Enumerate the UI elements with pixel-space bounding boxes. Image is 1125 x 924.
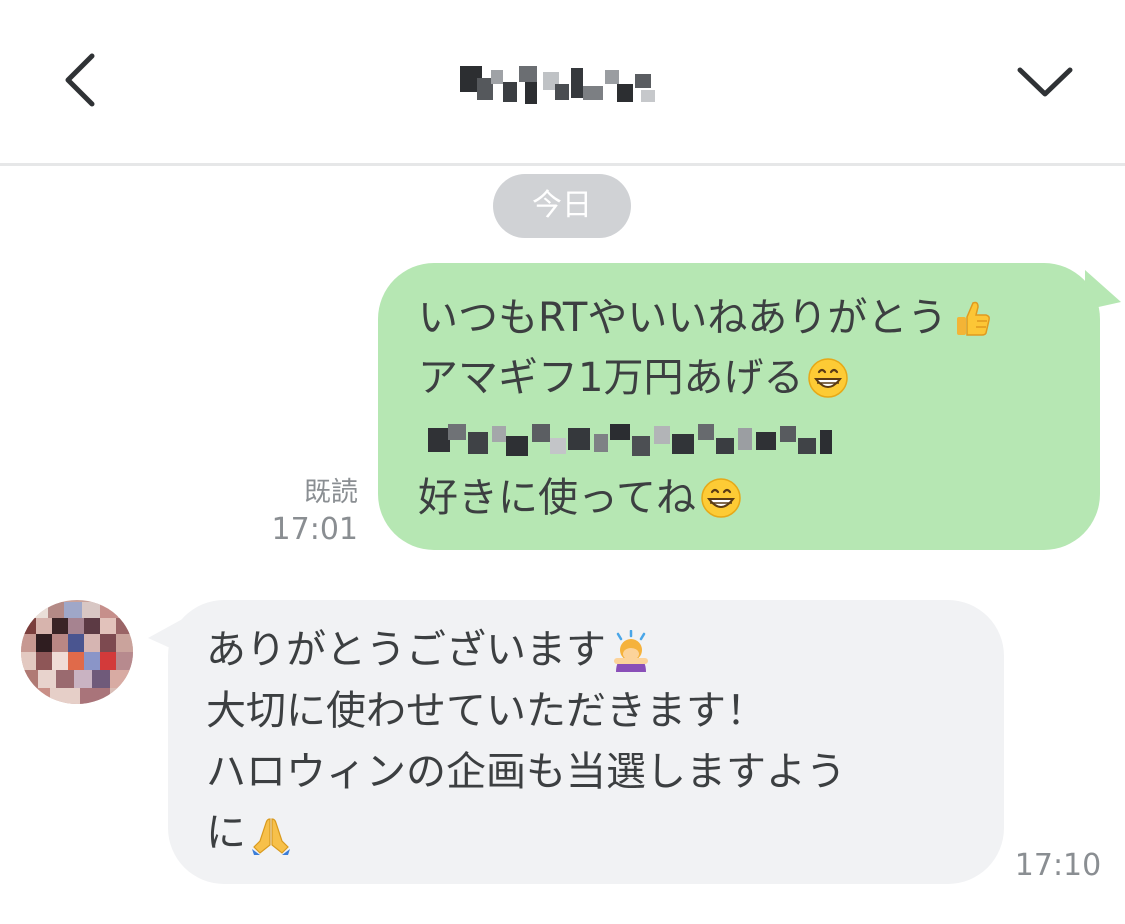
message-line: 大切に使わせていただきます！ — [206, 681, 846, 742]
chevron-down-icon — [1017, 67, 1073, 97]
redacted-text-mosaic — [428, 424, 832, 456]
message-line: 好きに使ってね — [418, 468, 993, 528]
avatar-blurred-image — [21, 600, 133, 704]
bubble-tail — [1085, 270, 1121, 310]
chat-header — [0, 0, 1125, 166]
message-line-text: 好きに使ってね — [418, 475, 696, 521]
menu-toggle-button[interactable] — [1000, 40, 1090, 120]
avatar[interactable] — [20, 598, 134, 706]
message-line-text: に — [206, 810, 246, 856]
read-receipt: 既読 — [304, 477, 358, 508]
message-line-text: ありがとうございます — [206, 627, 606, 673]
message-timestamp: 17:10 — [1014, 848, 1102, 883]
message-line: に — [206, 803, 846, 864]
grinning-face-icon — [701, 478, 741, 518]
date-separator: 今日 — [493, 174, 631, 238]
message-line-text: アマギフ1万円あげる — [418, 355, 804, 401]
grinning-face-icon — [808, 358, 849, 398]
chevron-left-icon — [65, 53, 95, 107]
message-line: ありがとうございます — [206, 620, 846, 681]
incoming-message-text: ありがとうございます 大切に使わせていただきます！ ハロウィンの企画も当選します… — [206, 620, 846, 864]
chat-title-blurred — [460, 66, 655, 104]
message-timestamp: 17:01 — [271, 512, 358, 547]
message-line-text: ハロウィンの企画も当選しますよう — [206, 749, 846, 795]
back-button[interactable] — [48, 40, 128, 120]
message-line: いつもRTやいいねありがとう — [418, 288, 993, 348]
message-line: アマギフ1万円あげる — [418, 348, 993, 408]
message-line-redacted — [418, 408, 993, 468]
folded-hands-icon — [252, 817, 290, 855]
message-line-text: いつもRTやいいねありがとう — [418, 295, 948, 341]
message-line-text: 大切に使わせていただきます！ — [206, 688, 766, 734]
thumbs-up-icon — [957, 301, 991, 336]
person-bowing-icon — [614, 629, 648, 672]
message-line: ハロウィンの企画も当選しますよう — [206, 742, 846, 803]
outgoing-message-text: いつもRTやいいねありがとう アマギフ1万円あげる 好きに使ってね — [418, 288, 993, 528]
